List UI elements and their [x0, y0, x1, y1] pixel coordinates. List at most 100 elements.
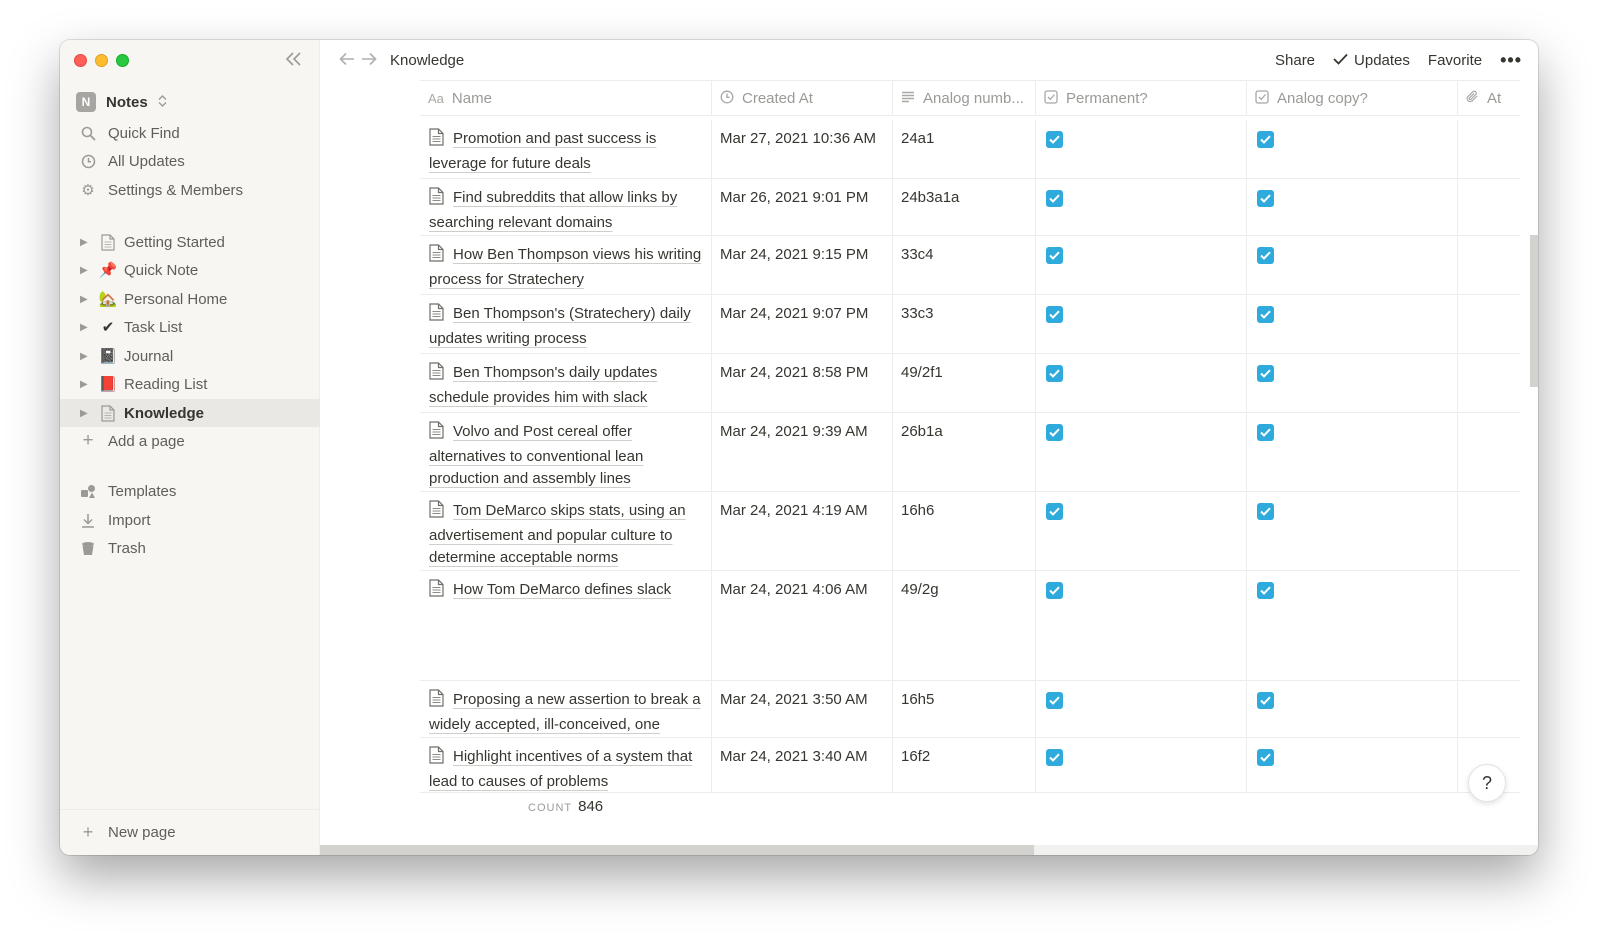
cell-name[interactable]: How Tom DeMarco defines slack [420, 571, 712, 680]
page-title-link[interactable]: Highlight incentives of a system that le… [429, 748, 692, 790]
column-header-analog-copy[interactable]: Analog copy? [1247, 81, 1458, 115]
expand-triangle-icon[interactable]: ▶ [80, 322, 94, 333]
page-title-link[interactable]: How Ben Thompson views his writing proce… [429, 246, 701, 288]
checkbox-checked[interactable] [1257, 247, 1274, 264]
table-row[interactable]: Tom DeMarco skips stats, using an advert… [420, 492, 1520, 571]
checkbox-checked[interactable] [1046, 365, 1063, 382]
page-title-link[interactable]: Proposing a new assertion to break a wid… [429, 691, 701, 733]
column-header-created-at[interactable]: Created At [712, 81, 893, 115]
cell-analog-number[interactable]: 49/2g [893, 571, 1036, 680]
checkbox-checked[interactable] [1257, 190, 1274, 207]
sidebar-item-templates[interactable]: Templates [60, 477, 320, 505]
checkbox-checked[interactable] [1257, 582, 1274, 599]
cell-name[interactable]: Highlight incentives of a system that le… [420, 738, 712, 792]
cell-analog-number[interactable]: 16h6 [893, 492, 1036, 570]
breadcrumb[interactable]: Knowledge [390, 52, 464, 69]
new-page-button[interactable]: + New page [60, 809, 320, 855]
cell-analog-number[interactable]: 24b3a1a [893, 179, 1036, 235]
table-row[interactable]: Proposing a new assertion to break a wid… [420, 681, 1520, 738]
cell-analog-number[interactable]: 49/2f1 [893, 354, 1036, 412]
checkbox-checked[interactable] [1046, 424, 1063, 441]
checkbox-checked[interactable] [1046, 190, 1063, 207]
maximize-window-button[interactable] [116, 54, 129, 67]
checkbox-checked[interactable] [1257, 424, 1274, 441]
cell-name[interactable]: Ben Thompson's daily updates schedule pr… [420, 354, 712, 412]
table-row[interactable]: Ben Thompson's daily updates schedule pr… [420, 354, 1520, 413]
vertical-scrollbar[interactable] [1530, 235, 1538, 387]
horizontal-scrollbar-thumb[interactable] [320, 845, 1034, 855]
checkbox-checked[interactable] [1257, 692, 1274, 709]
expand-triangle-icon[interactable]: ▶ [80, 237, 94, 248]
page-title-link[interactable]: Ben Thompson's (Stratechery) daily updat… [429, 305, 691, 347]
favorite-button[interactable]: Favorite [1428, 52, 1482, 69]
table-row[interactable]: Ben Thompson's (Stratechery) daily updat… [420, 295, 1520, 354]
cell-name[interactable]: How Ben Thompson views his writing proce… [420, 236, 712, 294]
table-row[interactable]: Promotion and past success is leverage f… [420, 120, 1520, 179]
sidebar-page-knowledge[interactable]: ▶ Knowledge [60, 399, 320, 427]
checkbox-checked[interactable] [1257, 306, 1274, 323]
share-button[interactable]: Share [1275, 52, 1315, 69]
sidebar-item-all-updates[interactable]: All Updates [60, 147, 320, 175]
page-title-link[interactable]: Ben Thompson's daily updates schedule pr… [429, 364, 657, 406]
expand-triangle-icon[interactable]: ▶ [80, 351, 94, 362]
checkbox-checked[interactable] [1046, 247, 1063, 264]
column-header-attachments[interactable]: At [1458, 81, 1520, 115]
checkbox-checked[interactable] [1257, 503, 1274, 520]
page-title-link[interactable]: Promotion and past success is leverage f… [429, 130, 656, 172]
sidebar-page-task-list[interactable]: ▶ ✔ Task List [60, 313, 320, 341]
expand-triangle-icon[interactable]: ▶ [80, 265, 94, 276]
cell-analog-number[interactable]: 33c3 [893, 295, 1036, 353]
cell-name[interactable]: Tom DeMarco skips stats, using an advert… [420, 492, 712, 570]
page-title-link[interactable]: How Tom DeMarco defines slack [453, 581, 671, 598]
checkbox-checked[interactable] [1046, 306, 1063, 323]
cell-analog-number[interactable]: 16f2 [893, 738, 1036, 792]
page-title-link[interactable]: Tom DeMarco skips stats, using an advert… [429, 502, 686, 566]
cell-name[interactable]: Ben Thompson's (Stratechery) daily updat… [420, 295, 712, 353]
sidebar-item-import[interactable]: Import [60, 506, 320, 534]
close-window-button[interactable] [74, 54, 87, 67]
cell-name[interactable]: Find subreddits that allow links by sear… [420, 179, 712, 235]
cell-analog-number[interactable]: 33c4 [893, 236, 1036, 294]
cell-attachments[interactable] [1458, 295, 1520, 353]
checkbox-checked[interactable] [1046, 749, 1063, 766]
sidebar-page-reading-list[interactable]: ▶ 📕 Reading List [60, 370, 320, 398]
sidebar-item-settings[interactable]: ⚙ Settings & Members [60, 176, 320, 204]
checkbox-checked[interactable] [1257, 749, 1274, 766]
page-title-link[interactable]: Volvo and Post cereal offer alternatives… [429, 423, 643, 487]
sidebar-page-personal-home[interactable]: ▶ 🏡 Personal Home [60, 285, 320, 313]
checkbox-checked[interactable] [1046, 582, 1063, 599]
cell-attachments[interactable] [1458, 681, 1520, 737]
cell-attachments[interactable] [1458, 354, 1520, 412]
collapse-sidebar-icon[interactable] [282, 50, 306, 72]
cell-name[interactable]: Proposing a new assertion to break a wid… [420, 681, 712, 737]
table-row[interactable]: Volvo and Post cereal offer alternatives… [420, 413, 1520, 492]
column-header-analog-number[interactable]: Analog numb... [893, 81, 1036, 115]
workspace-switcher[interactable]: N Notes [76, 90, 167, 114]
expand-triangle-icon[interactable]: ▶ [80, 379, 94, 390]
checkbox-checked[interactable] [1257, 365, 1274, 382]
cell-attachments[interactable] [1458, 120, 1520, 178]
help-button[interactable]: ? [1468, 764, 1506, 802]
checkbox-checked[interactable] [1046, 503, 1063, 520]
more-options-button[interactable]: ••• [1500, 50, 1522, 71]
table-row[interactable]: How Tom DeMarco defines slack Mar 24, 202… [420, 571, 1520, 681]
column-header-name[interactable]: Aa Name [420, 81, 712, 115]
updates-button[interactable]: Updates [1333, 52, 1410, 69]
cell-attachments[interactable] [1458, 571, 1520, 680]
cell-attachments[interactable] [1458, 413, 1520, 491]
checkbox-checked[interactable] [1046, 692, 1063, 709]
table-row[interactable]: Highlight incentives of a system that le… [420, 738, 1520, 793]
sidebar-page-journal[interactable]: ▶ 📓 Journal [60, 342, 320, 370]
checkbox-checked[interactable] [1257, 131, 1274, 148]
column-header-permanent[interactable]: Permanent? [1036, 81, 1247, 115]
page-title-link[interactable]: Find subreddits that allow links by sear… [429, 189, 677, 231]
table-row[interactable]: Find subreddits that allow links by sear… [420, 179, 1520, 236]
sidebar-page-getting-started[interactable]: ▶ Getting Started [60, 228, 320, 256]
minimize-window-button[interactable] [95, 54, 108, 67]
cell-analog-number[interactable]: 16h5 [893, 681, 1036, 737]
cell-name[interactable]: Volvo and Post cereal offer alternatives… [420, 413, 712, 491]
cell-analog-number[interactable]: 24a1 [893, 120, 1036, 178]
forward-arrow-icon[interactable] [358, 50, 380, 71]
cell-name[interactable]: Promotion and past success is leverage f… [420, 120, 712, 178]
cell-attachments[interactable] [1458, 236, 1520, 294]
